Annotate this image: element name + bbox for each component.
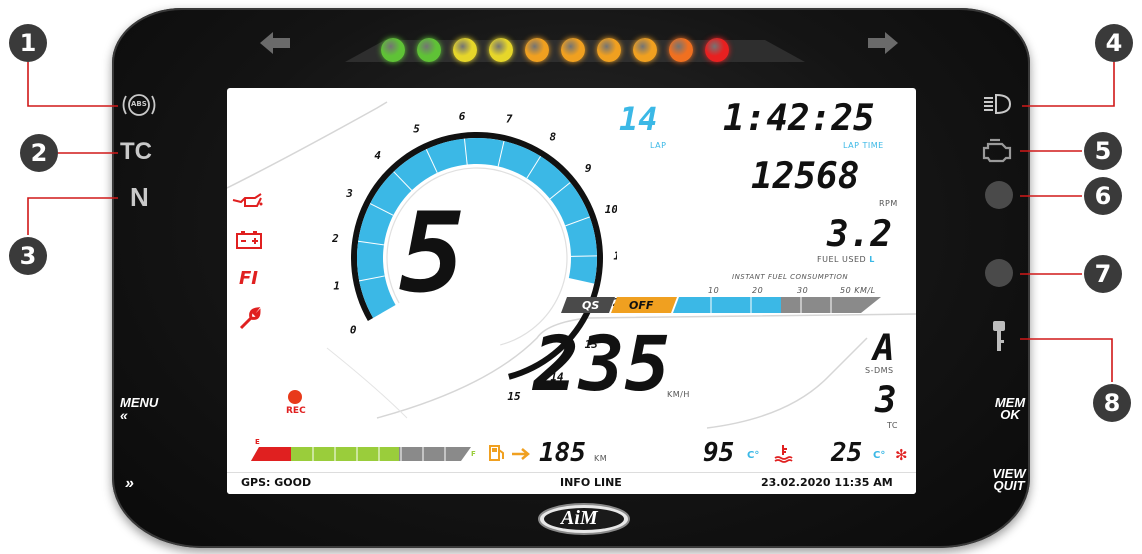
fuel-pump-icon: [489, 444, 505, 466]
fuel-used-row: FUEL USED L: [817, 255, 875, 264]
fuel-bar-level: [291, 447, 399, 461]
wrench-icon: [237, 306, 261, 334]
range-value: 185: [539, 438, 586, 468]
fuel-full-label: F: [471, 450, 476, 458]
tc-label: TC: [887, 421, 899, 430]
fuel-used-label: FUEL USED: [817, 255, 867, 264]
gauge-tick-label: 1: [333, 279, 340, 292]
rec-indicator: [288, 390, 302, 404]
speed-unit: KM/H: [667, 390, 690, 399]
gps-status: GPS: GOOD: [241, 476, 312, 489]
gauge-tick-label: 7: [506, 113, 513, 126]
lap-value: 14: [619, 100, 658, 138]
callout-4: 4: [1095, 24, 1133, 62]
fuel-empty-label: E: [255, 438, 260, 446]
snowflake-icon: ✻: [895, 446, 908, 464]
callout-3: 3: [9, 237, 47, 275]
fuel-scale-20: 20: [752, 286, 764, 295]
water-temp-unit: C°: [747, 450, 760, 461]
date-time: 23.02.2020 11:35 AM: [761, 476, 893, 489]
range-unit: KM: [594, 454, 608, 463]
lap-time-value: 1:42:25: [723, 98, 875, 139]
coolant-temp-icon: [773, 443, 793, 467]
gauge-tick-label: 11: [613, 250, 617, 263]
gauge-tick-label: 5: [413, 122, 420, 135]
gauge-tick-label: 10: [605, 203, 617, 216]
speed-value: 235: [533, 319, 671, 408]
lap-label: LAP: [650, 141, 667, 150]
gauge-tick-label: 15: [507, 390, 521, 403]
callout-5: 5: [1084, 132, 1122, 170]
rpm-label: RPM: [879, 199, 898, 208]
fuel-scale-30: 30: [797, 286, 809, 295]
fuel-used-unit: L: [869, 255, 875, 264]
gauge-tick-label: 6: [459, 110, 466, 123]
tc-value: 3: [875, 380, 897, 421]
fuel-used-value: 3.2: [827, 214, 893, 255]
gauge-tick-label: 3: [345, 187, 353, 200]
battery-icon: [235, 230, 263, 254]
gear-indicator: 5: [399, 189, 466, 317]
oil-icon: [231, 192, 263, 216]
fuel-level-bar: [251, 447, 471, 461]
fi-icon: FI: [239, 268, 258, 289]
instant-fuel-title: INSTANT FUEL CONSUMPTION: [732, 273, 849, 281]
callout-7: 7: [1084, 255, 1122, 293]
display-screen: 0123456789101112131415 5 FI REC 14 LAP 1…: [227, 88, 916, 494]
callout-6: 6: [1084, 177, 1122, 215]
qs-state: OFF: [629, 299, 654, 312]
callout-8: 8: [1093, 384, 1131, 422]
qs-label: QS: [582, 299, 600, 312]
gauge-tick-label: 4: [374, 149, 381, 162]
rpm-value: 12568: [751, 156, 860, 197]
fuel-scale-50: 50 KM/L: [840, 286, 876, 295]
fuel-scale-10: 10: [708, 286, 720, 295]
range-arrow-icon: [511, 446, 531, 465]
mode-value: A: [873, 328, 895, 369]
gauge-tick-label: 9: [585, 162, 592, 175]
air-temp-unit: C°: [873, 450, 886, 461]
mode-label: S-DMS: [865, 366, 894, 375]
lap-time-label: LAP TIME: [843, 141, 884, 150]
water-temp-value: 95: [703, 438, 735, 468]
callout-1: 1: [9, 24, 47, 62]
gauge-tick-label: 0: [350, 324, 357, 337]
instant-fuel-bar: [561, 297, 881, 313]
gauge-tick-label: 8: [549, 131, 556, 144]
fuel-bar-reserve: [251, 447, 291, 461]
gauge-tick-label: 2: [331, 232, 339, 245]
rec-label: REC: [286, 406, 306, 416]
info-line: INFO LINE: [560, 476, 622, 489]
air-temp-value: 25: [831, 438, 863, 468]
callout-2: 2: [20, 134, 58, 172]
